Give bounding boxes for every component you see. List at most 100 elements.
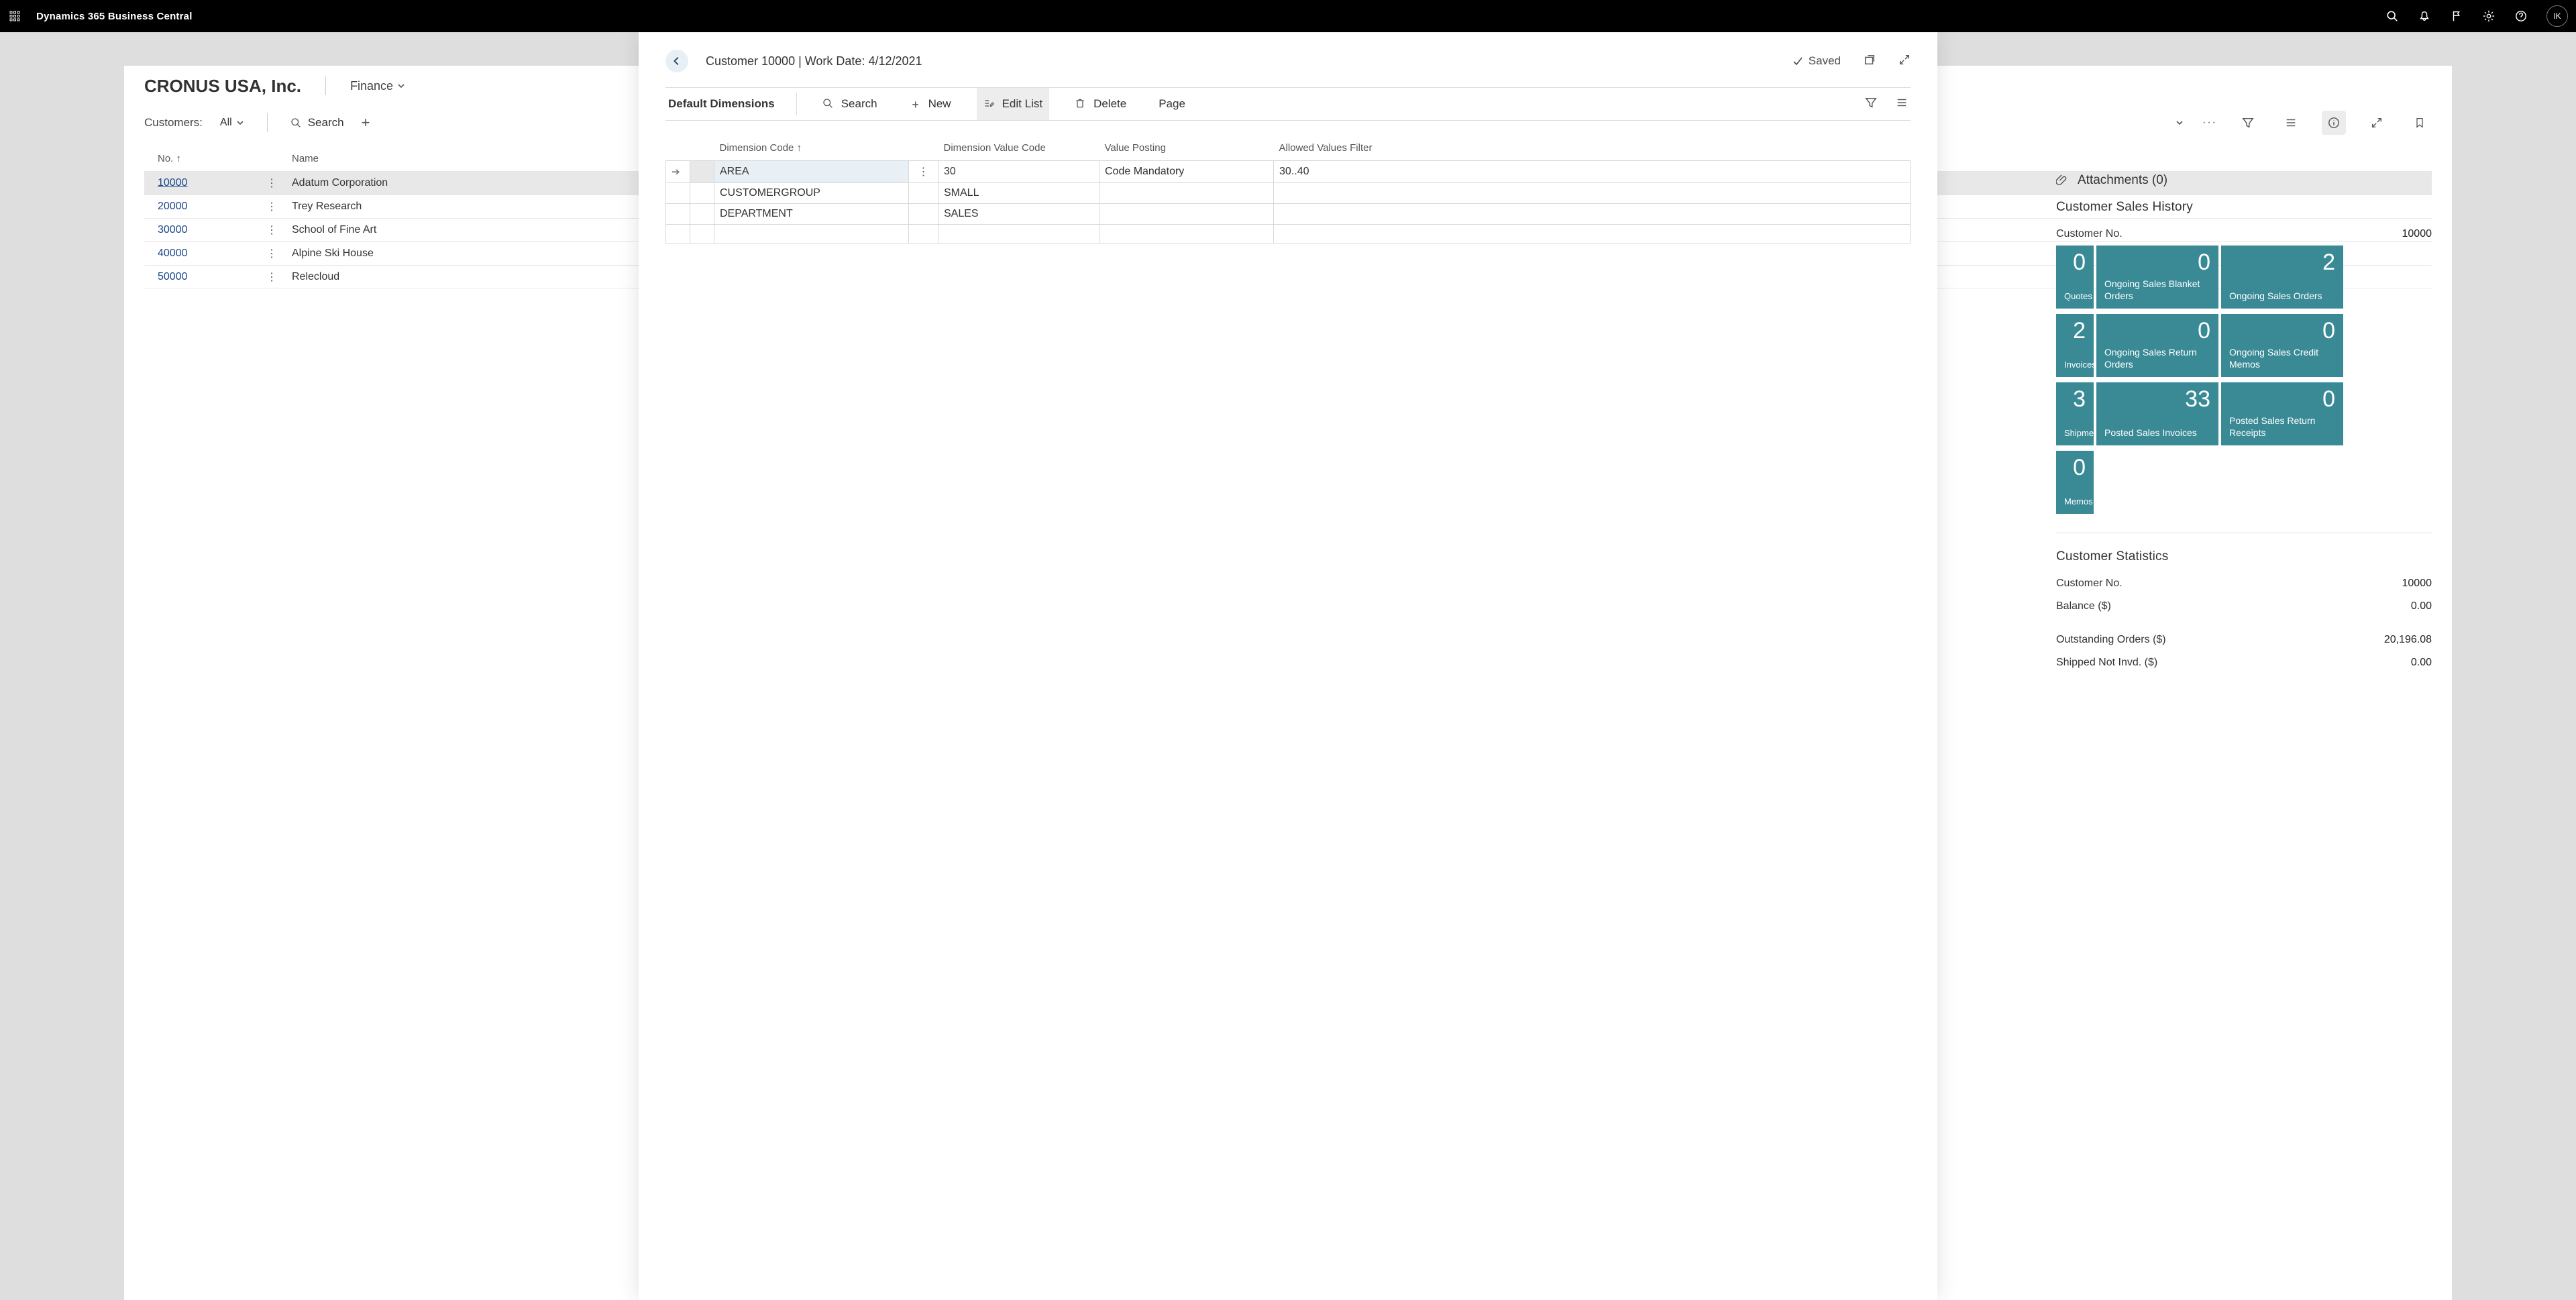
customer-no[interactable]: 50000 [158,271,252,283]
kpi-tile[interactable]: 0Posted Sales Return Receipts [2221,382,2343,445]
info-icon[interactable] [2322,111,2346,135]
filter-pane-icon[interactable] [2236,111,2260,135]
bell-icon[interactable] [2418,9,2431,23]
cell-dimension-code[interactable] [714,225,909,243]
kpi-tile[interactable]: 2Invoices [2056,314,2094,377]
kpi-tile[interactable]: 0Ongoing Sales Blanket Orders [2096,246,2218,309]
cell-menu-icon[interactable] [909,183,938,204]
cell-menu-icon[interactable] [909,225,938,243]
kpi-value: 3 [2073,386,2086,413]
page-menu[interactable] [2171,119,2184,127]
row-indicator [666,204,690,225]
row-selector[interactable] [690,225,714,243]
col-header-no[interactable]: No. ↑ [158,153,252,164]
cell-value-posting[interactable] [1099,183,1274,204]
flag-icon[interactable] [2450,9,2463,23]
kpi-tile[interactable]: 3Shipments [2056,382,2094,445]
col-dimension-value[interactable]: Dimension Value Code [938,136,1099,161]
cell-allowed-filter[interactable] [1274,183,1911,204]
kpi-tile[interactable]: 0Ongoing Sales Return Orders [2096,314,2218,377]
grid-row[interactable] [666,225,1911,243]
plus-icon: + [910,98,922,110]
grid-row[interactable]: DEPARTMENT SALES [666,204,1911,225]
cell-value-posting[interactable]: Code Mandatory [1099,161,1274,183]
nav-finance[interactable]: Finance [350,79,405,93]
row-selector[interactable] [690,204,714,225]
dimensions-grid[interactable]: Dimension Code ↑ Dimension Value Code Va… [665,136,1911,243]
avatar[interactable]: IK [2546,5,2568,27]
new-record-button[interactable]: + [362,114,370,131]
customer-no[interactable]: 10000 [158,177,252,189]
expand-icon[interactable] [1898,54,1911,69]
customer-no[interactable]: 30000 [158,224,252,236]
modal-list-icon[interactable] [1896,97,1908,112]
layout-icon[interactable] [2279,111,2303,135]
cell-value-posting[interactable] [1099,225,1274,243]
bookmark-icon[interactable] [2408,111,2432,135]
list-search[interactable]: Search [290,116,344,129]
row-indicator [666,183,690,204]
kpi-label: Memos [2064,496,2087,507]
modal-edit-list-button[interactable]: Edit List [977,88,1049,120]
attachments-section[interactable]: Attachments (0) [2056,173,2432,200]
col-allowed-filter[interactable]: Allowed Values Filter [1274,136,1911,161]
customers-label: Customers: [144,116,203,129]
grid-row[interactable]: ➔AREA⋮30Code Mandatory30..40 [666,161,1911,183]
row-menu-icon[interactable]: ⋮ [252,200,292,213]
search-icon[interactable] [2385,9,2399,23]
kpi-label: Ongoing Sales Credit Memos [2229,347,2337,370]
paperclip-icon [2056,174,2068,186]
more-actions-icon[interactable]: ··· [2202,117,2217,129]
customer-no[interactable]: 40000 [158,248,252,260]
open-new-window-icon[interactable] [1864,54,1876,69]
tab-default-dimensions[interactable]: Default Dimensions [665,97,777,111]
kpi-tile[interactable]: 33Posted Sales Invoices [2096,382,2218,445]
statistics-title: Customer Statistics [2056,549,2432,572]
cell-dimension-code[interactable]: CUSTOMERGROUP [714,183,909,204]
row-menu-icon[interactable]: ⋮ [252,270,292,284]
filter-all[interactable]: All [220,117,244,129]
cell-dimension-value[interactable]: 30 [938,161,1099,183]
cell-menu-icon[interactable] [909,204,938,225]
cell-allowed-filter[interactable] [1274,225,1911,243]
company-name[interactable]: CRONUS USA, Inc. [144,76,301,97]
kpi-tile[interactable]: 0Ongoing Sales Credit Memos [2221,314,2343,377]
kpi-tile[interactable]: 2Ongoing Sales Orders [2221,246,2343,309]
modal-new-button[interactable]: + New [903,88,958,120]
row-selector[interactable] [690,183,714,204]
cust-no-value: 10000 [2402,228,2432,240]
back-button[interactable] [665,50,688,72]
col-dimension-code[interactable]: Dimension Code ↑ [714,136,909,161]
cell-allowed-filter[interactable] [1274,204,1911,225]
modal-page-menu[interactable]: Page [1152,88,1192,120]
cell-dimension-value[interactable]: SMALL [938,183,1099,204]
grid-row[interactable]: CUSTOMERGROUP SMALL [666,183,1911,204]
row-menu-icon[interactable]: ⋮ [252,247,292,260]
popout-icon[interactable] [2365,111,2389,135]
cell-dimension-value[interactable] [938,225,1099,243]
gear-icon[interactable] [2482,9,2496,23]
cell-allowed-filter[interactable]: 30..40 [1274,161,1911,183]
row-menu-icon[interactable]: ⋮ [252,176,292,190]
row-menu-icon[interactable]: ⋮ [252,223,292,237]
kpi-value: 0 [2198,318,2210,344]
stat-row: Balance ($)0.00 [2056,595,2432,618]
kpi-tile[interactable]: 0 Memos [2056,451,2094,514]
cell-dimension-code[interactable]: AREA [714,161,909,183]
kpi-value: 0 [2073,455,2086,481]
cell-menu-icon[interactable]: ⋮ [909,161,938,183]
help-icon[interactable] [2514,9,2528,23]
kpi-tile[interactable]: 0Quotes [2056,246,2094,309]
modal-delete-button[interactable]: Delete [1068,88,1133,120]
cell-value-posting[interactable] [1099,204,1274,225]
row-selector[interactable] [690,161,714,183]
customer-no[interactable]: 20000 [158,201,252,213]
app-launcher-icon[interactable] [8,9,21,23]
chevron-down-icon [397,82,405,90]
cell-dimension-value[interactable]: SALES [938,204,1099,225]
col-value-posting[interactable]: Value Posting [1099,136,1274,161]
modal-filter-icon[interactable] [1865,97,1877,112]
modal-search-button[interactable]: Search [816,88,884,120]
cell-dimension-code[interactable]: DEPARTMENT [714,204,909,225]
product-title[interactable]: Dynamics 365 Business Central [36,11,193,22]
